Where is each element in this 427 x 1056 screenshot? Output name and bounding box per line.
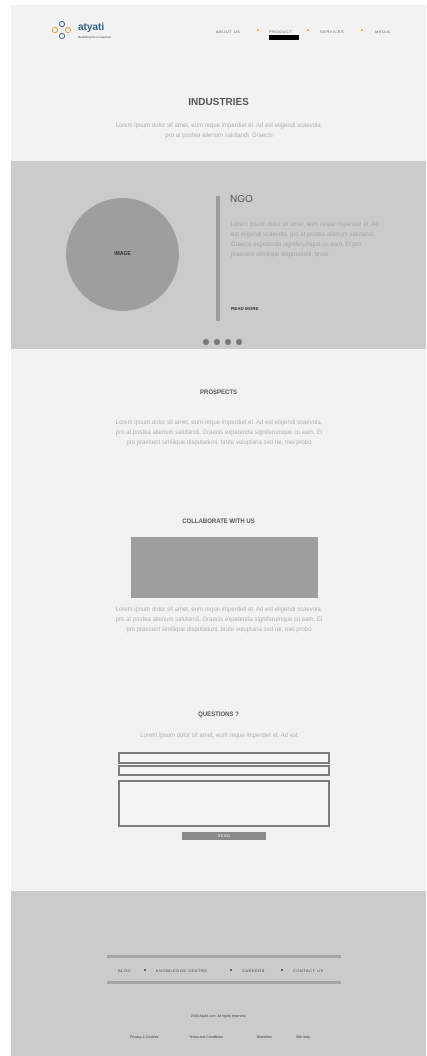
industries-text: Lorem ipsum dolor sit amet, eum reque im…: [115, 123, 323, 139]
footer-separator: [230, 969, 232, 971]
prospects-text: Lorem ipsum dolor sit amet, eum reque im…: [115, 420, 323, 446]
name-field[interactable]: [118, 752, 330, 764]
collaborate-text: Lorem ipsum dolor sit amet, eum reque im…: [115, 607, 323, 633]
slider-dot[interactable]: [214, 339, 220, 345]
questions-text: Lorem ipsum dolor sit amet, eum reque im…: [140, 733, 298, 739]
footer-link-contact-us[interactable]: CONTACT US: [293, 968, 324, 973]
slide-heading: NGO: [230, 194, 253, 205]
collaborate-title: COLLABORATE WITH US: [182, 519, 255, 525]
footer-link-terms[interactable]: Terms and Conditions: [189, 1035, 223, 1039]
nav-separator: [361, 29, 363, 31]
nav-separator: [307, 29, 309, 31]
industries-title: INDUSTRIES: [188, 97, 249, 108]
brand-name[interactable]: atyati: [78, 22, 104, 33]
message-textarea[interactable]: [118, 780, 330, 827]
logo-icon[interactable]: [52, 21, 72, 41]
slide-text: Lorem ipsum dolor sit amet, eum reque im…: [231, 222, 379, 258]
industry-slider: IMAGE NGO Lorem ipsum dolor sit amet, eu…: [11, 161, 426, 349]
send-button[interactable]: SEND: [182, 832, 266, 840]
slider-dot[interactable]: [236, 339, 242, 345]
footer-divider: [107, 955, 341, 958]
slider-dot[interactable]: [225, 339, 231, 345]
industry-image: IMAGE: [66, 198, 179, 311]
questions-title: QUESTIONS ?: [198, 712, 239, 718]
footer-link-knowledge-centre[interactable]: KNOWLEDGE CENTRE: [156, 968, 208, 973]
nav-separator: [257, 29, 259, 31]
brand-tagline: Reaching the unreached: [78, 35, 111, 39]
page: atyati Reaching the unreached ABOUT US P…: [11, 5, 426, 1056]
collaborate-image: [131, 537, 318, 598]
footer-separator: [144, 969, 146, 971]
footer-link-privacy[interactable]: Privacy & Cookies: [130, 1035, 158, 1039]
nav-active-indicator: [269, 35, 299, 40]
slide-divider: [216, 196, 220, 321]
footer-link-blog[interactable]: BLOG: [118, 968, 131, 973]
footer-divider: [107, 981, 341, 984]
prospects-title: PROSPECTS: [199, 390, 237, 396]
footer-link-branches[interactable]: Branches: [257, 1035, 272, 1039]
copyright-text: 2016 Atyati.com. All rights reserved.: [190, 1014, 247, 1018]
footer-link-sitemap[interactable]: Site map: [296, 1035, 310, 1039]
nav-about-us[interactable]: ABOUT US: [216, 29, 240, 34]
slider-dot[interactable]: [203, 339, 209, 345]
nav-product[interactable]: PRODUCT: [269, 29, 292, 34]
nav-media[interactable]: MEDIA: [375, 29, 390, 34]
footer-link-careers[interactable]: CAREERS: [242, 968, 265, 973]
footer: BLOG KNOWLEDGE CENTRE CAREERS CONTACT US…: [11, 891, 426, 1056]
email-field[interactable]: [118, 765, 330, 776]
slider-pagination: [203, 339, 242, 346]
read-more-link[interactable]: READ MORE: [231, 306, 259, 311]
nav-services[interactable]: SERVICES: [320, 29, 344, 34]
image-label: IMAGE: [114, 251, 131, 257]
footer-separator: [281, 969, 283, 971]
